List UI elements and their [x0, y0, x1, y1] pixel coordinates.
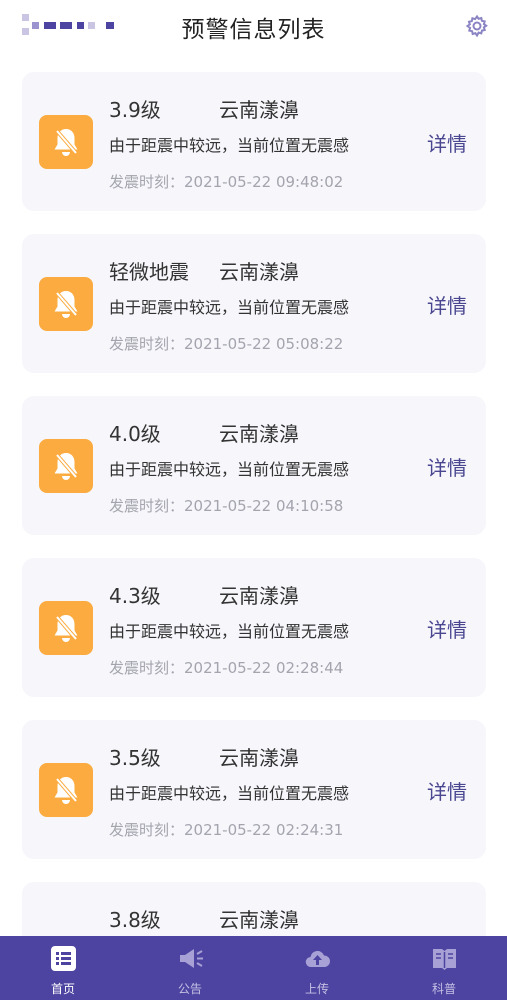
alert-magnitude: 3.8级 — [109, 908, 161, 932]
alert-list[interactable]: 3.9级 云南漾濞 由于距震中较远，当前位置无震感 发震时刻：2021-05-2… — [0, 72, 507, 936]
detail-link[interactable]: 详情 — [427, 614, 467, 643]
alert-card[interactable]: 3.9级 云南漾濞 由于距震中较远，当前位置无震感 发震时刻：2021-05-2… — [22, 72, 486, 211]
alert-magnitude: 3.9级 — [109, 98, 161, 122]
alert-card[interactable]: 4.0级 云南漾濞 由于距震中较远，当前位置无震感 发震时刻：2021-05-2… — [22, 396, 486, 535]
bell-off-icon — [39, 601, 93, 655]
alert-card[interactable]: 4.3级 云南漾濞 由于距震中较远，当前位置无震感 发震时刻：2021-05-2… — [22, 558, 486, 697]
tab-upload[interactable]: 上传 — [254, 936, 380, 1000]
bell-off-icon — [39, 115, 93, 169]
alert-magnitude: 3.5级 — [109, 746, 161, 770]
tab-science[interactable]: 科普 — [381, 936, 507, 1000]
alert-location: 云南漾濞 — [219, 584, 299, 608]
alert-description: 由于距震中较远，当前位置无震感 — [109, 460, 350, 479]
alert-description: 由于距震中较远，当前位置无震感 — [109, 136, 350, 155]
gear-icon — [465, 14, 488, 38]
alert-description: 由于距震中较远，当前位置无震感 — [109, 622, 350, 641]
settings-button[interactable] — [465, 14, 489, 38]
tab-announcements[interactable]: 公告 — [127, 936, 253, 1000]
alert-description: 由于距震中较远，当前位置无震感 — [109, 784, 350, 803]
alert-time: 发震时刻：2021-05-22 04:10:58 — [109, 497, 344, 515]
tab-home[interactable]: 首页 — [0, 936, 126, 1000]
tab-label: 上传 — [304, 982, 329, 996]
page-title: 预警信息列表 — [181, 17, 326, 43]
tab-label: 公告 — [177, 982, 202, 996]
detail-link[interactable]: 详情 — [427, 452, 467, 481]
book-icon — [433, 949, 456, 970]
cloud-upload-icon — [305, 950, 331, 968]
alert-card[interactable]: 轻微地震 云南漾濞 由于距震中较远，当前位置无震感 发震时刻：2021-05-2… — [22, 234, 486, 373]
alert-magnitude: 4.3级 — [109, 584, 161, 608]
alert-location: 云南漾濞 — [219, 422, 299, 446]
alert-card[interactable]: 3.8级 云南漾濞 — [22, 882, 486, 936]
alert-card[interactable]: 3.5级 云南漾濞 由于距震中较远，当前位置无震感 发震时刻：2021-05-2… — [22, 720, 486, 859]
header: 预警信息列表 — [0, 0, 507, 52]
alert-location: 云南漾濞 — [219, 746, 299, 770]
alert-time: 发震时刻：2021-05-22 09:48:02 — [109, 173, 344, 191]
alert-location: 云南漾濞 — [219, 98, 299, 122]
detail-link[interactable]: 详情 — [427, 290, 467, 319]
detail-link[interactable]: 详情 — [427, 128, 467, 157]
tab-label: 科普 — [431, 982, 456, 996]
alert-magnitude: 4.0级 — [109, 422, 161, 446]
alert-location: 云南漾濞 — [219, 908, 299, 932]
bell-off-icon — [39, 277, 93, 331]
alert-location: 云南漾濞 — [219, 260, 299, 284]
alert-time: 发震时刻：2021-05-22 02:28:44 — [109, 659, 344, 677]
alert-description: 由于距震中较远，当前位置无震感 — [109, 298, 350, 317]
alert-time: 发震时刻：2021-05-22 05:08:22 — [109, 335, 344, 353]
detail-link[interactable]: 详情 — [427, 776, 467, 805]
megaphone-icon — [180, 949, 203, 968]
alert-time: 发震时刻：2021-05-22 02:24:31 — [109, 821, 344, 839]
bell-off-icon — [39, 763, 93, 817]
alert-magnitude: 轻微地震 — [109, 260, 189, 284]
bell-off-icon — [39, 439, 93, 493]
tab-label: 首页 — [50, 982, 75, 996]
bottom-tab-bar: 首页 公告 上传 科普 — [0, 936, 507, 1000]
list-icon — [51, 946, 76, 971]
